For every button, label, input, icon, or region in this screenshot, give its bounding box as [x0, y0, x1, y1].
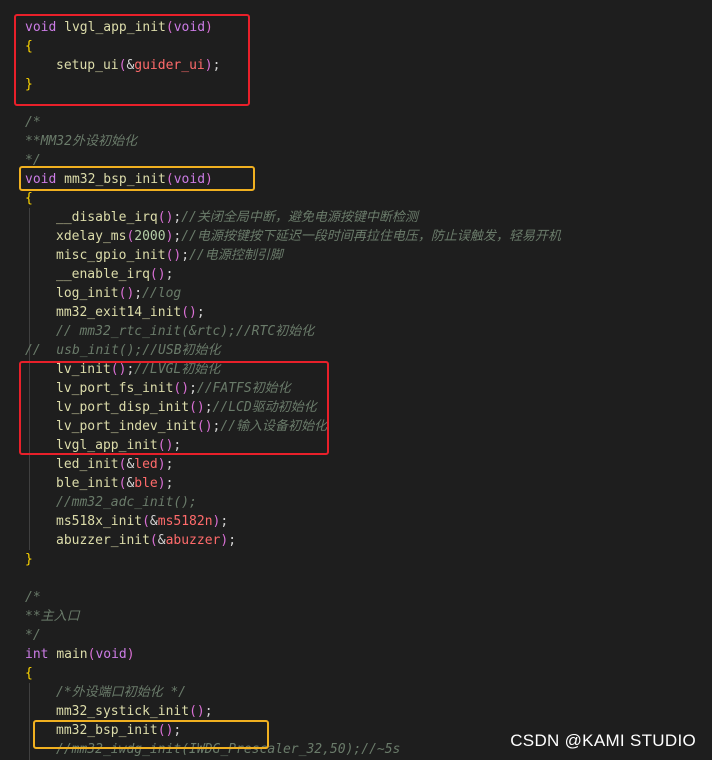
code-token: ; — [220, 514, 229, 529]
code-token: //log — [142, 286, 182, 301]
highlight-box-orange — [19, 166, 255, 191]
code-line: int main(void) — [25, 645, 135, 664]
code-line: mm32_systick_init(); — [56, 702, 213, 721]
code-line: { — [25, 664, 33, 683]
code-token: misc_gpio_init — [56, 248, 166, 263]
code-token: __disable_irq — [56, 210, 158, 225]
code-token: ; — [204, 704, 213, 719]
code-token: mm32_exit14_init — [56, 305, 182, 320]
code-token: abuzzer — [165, 533, 221, 548]
code-line: // mm32_rtc_init(&rtc);//RTC初始化 — [56, 322, 314, 341]
code-token: main — [56, 647, 88, 662]
code-token: () — [118, 286, 135, 301]
code-token: ; — [165, 476, 174, 491]
code-line: mm32_exit14_init(); — [56, 303, 205, 322]
code-token: led — [134, 457, 158, 472]
code-token: () — [189, 704, 205, 719]
code-line: //mm32_adc_init(); — [56, 493, 197, 512]
code-token: ) — [157, 476, 166, 491]
code-token: ble_init — [56, 476, 119, 491]
code-line: __disable_irq();//关闭全局中断，避免电源按键中断检测 — [56, 208, 418, 227]
code-token: ms5182n — [157, 514, 213, 529]
code-line: **主入口 — [25, 607, 80, 626]
code-line: /* — [25, 588, 41, 607]
code-token: led_init — [56, 457, 119, 472]
code-token: () — [181, 305, 197, 320]
code-token: ; — [165, 267, 174, 282]
code-token: ; — [196, 305, 205, 320]
code-line: **MM32外设初始化 — [25, 132, 137, 151]
code-line: misc_gpio_init();//电源控制引脚 — [56, 246, 283, 265]
code-token: ; — [181, 248, 190, 263]
code-line: ble_init(&ble); — [56, 474, 173, 493]
code-token: __enable_irq — [56, 267, 150, 282]
code-token: ; — [228, 533, 237, 548]
code-token: // mm32_rtc_init(&rtc);//RTC初始化 — [56, 324, 315, 339]
code-token: ms518x_init — [56, 514, 143, 529]
code-token: log_init — [56, 286, 119, 301]
code-token: () — [157, 210, 174, 225]
code-token: ; — [165, 457, 174, 472]
code-token: & — [157, 533, 166, 548]
code-token: **主入口 — [25, 609, 80, 624]
code-line: /* — [25, 113, 41, 132]
code-line: abuzzer_init(&abuzzer); — [56, 531, 236, 550]
code-token: ) — [126, 647, 135, 662]
code-token: /*外设端口初始化 */ — [56, 685, 187, 700]
code-token: ble — [134, 476, 158, 491]
code-token: & — [149, 514, 158, 529]
code-token: ; — [134, 286, 143, 301]
code-token: () — [149, 267, 166, 282]
code-token: // usb_init();//USB初始化 — [25, 343, 221, 358]
highlight-box-red — [14, 14, 250, 106]
code-token: //关闭全局中断，避免电源按键中断检测 — [181, 210, 418, 225]
code-token: () — [165, 248, 182, 263]
code-token: ( — [142, 514, 150, 529]
code-token: */ — [25, 628, 41, 643]
code-token: **MM32外设初始化 — [25, 134, 137, 149]
code-token: //电源控制引脚 — [189, 248, 283, 263]
code-line: log_init();//log — [56, 284, 181, 303]
code-line: // usb_init();//USB初始化 — [25, 341, 221, 360]
highlight-box-red — [19, 361, 329, 455]
code-token: } — [25, 552, 33, 567]
code-token: /* — [25, 590, 41, 605]
code-line: */ — [25, 626, 41, 645]
code-line: __enable_irq(); — [56, 265, 173, 284]
code-line: ms518x_init(&ms5182n); — [56, 512, 228, 531]
code-line: led_init(&led); — [56, 455, 173, 474]
code-token: mm32_systick_init — [56, 704, 190, 719]
code-token: //mm32_adc_init(); — [56, 495, 197, 510]
code-token: xdelay_ms — [56, 229, 127, 244]
code-token: { — [25, 191, 33, 206]
code-line: { — [25, 189, 33, 208]
code-editor[interactable]: void lvgl_app_init(void){setup_ui(&guide… — [0, 0, 712, 760]
code-token: { — [25, 666, 33, 681]
code-token: abuzzer_init — [56, 533, 150, 548]
code-token: void — [95, 647, 127, 662]
indent-guide — [29, 683, 30, 760]
code-token: 2000 — [134, 229, 166, 244]
code-token: int — [25, 647, 49, 662]
code-token: ( — [149, 533, 158, 548]
code-token: ) — [157, 457, 166, 472]
code-line: } — [25, 550, 33, 569]
watermark: CSDN @KAMI STUDIO — [510, 731, 696, 750]
code-token: //电源按键按下延迟一段时间再拉住电压，防止误触发，轻易开机 — [181, 229, 561, 244]
code-line: xdelay_ms(2000);//电源按键按下延迟一段时间再拉住电压，防止误触… — [56, 227, 561, 246]
code-line: /*外设端口初始化 */ — [56, 683, 186, 702]
code-token: /* — [25, 115, 41, 130]
highlight-box-orange — [33, 720, 269, 749]
